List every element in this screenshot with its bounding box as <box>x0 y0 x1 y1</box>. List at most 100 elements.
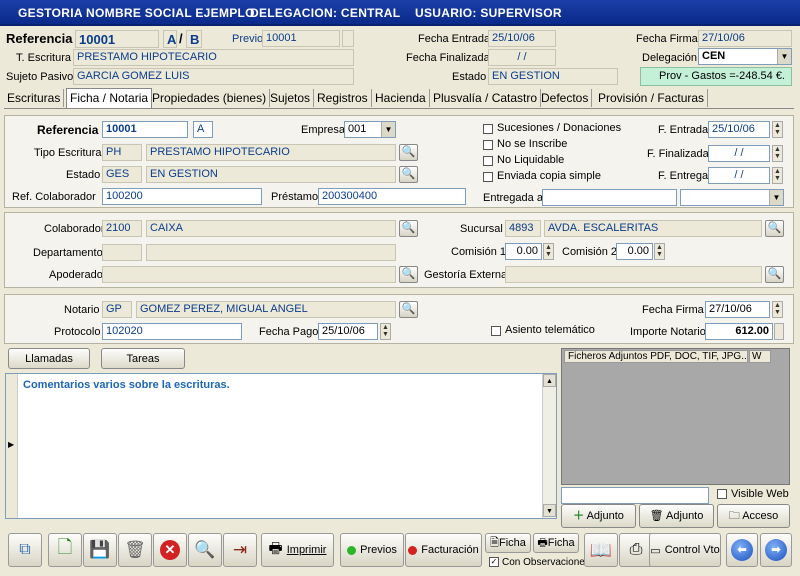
f-entrada-field[interactable]: 25/10/06 <box>708 121 770 138</box>
comision1-field[interactable]: 0.00 <box>505 243 542 260</box>
comision2-field[interactable]: 0.00 <box>616 243 653 260</box>
search-button[interactable]: 🔍 <box>188 533 222 567</box>
cancel-button[interactable]: ✕ <box>153 533 187 567</box>
ficha-button[interactable]: 🗎Ficha <box>485 533 531 553</box>
tab-plusvalia-catastro[interactable]: Plusvalía / Catastro <box>430 89 542 107</box>
apoderado-field[interactable] <box>102 266 396 283</box>
scroll-up-icon[interactable]: ▲ <box>543 374 556 387</box>
f-entrega-field[interactable]: / / <box>708 167 770 184</box>
fecha-entrada-field[interactable]: 25/10/06 <box>488 30 556 47</box>
search-icon[interactable]: 🔍 <box>765 266 784 283</box>
sucursal-code[interactable]: 4893 <box>505 220 541 237</box>
date-spinner[interactable]: ▲ ▼ <box>772 167 783 184</box>
importe-notario-field[interactable]: 612.00 <box>705 323 773 340</box>
facturacion-button[interactable]: Facturación <box>405 533 482 567</box>
tipo-escritura-desc[interactable]: PRESTAMO HIPOTECARIO <box>146 144 396 161</box>
departamento-name[interactable] <box>146 244 396 261</box>
date-spinner[interactable]: ▲ ▼ <box>772 301 783 318</box>
comments-area[interactable]: ▶ Comentarios varios sobre la escrituras… <box>5 373 557 519</box>
estado-field[interactable]: EN GESTION <box>488 68 618 85</box>
prestamo-field[interactable]: 200300400 <box>318 188 466 205</box>
tab-hacienda[interactable]: Hacienda <box>372 89 430 107</box>
notario-fecha-firma-field[interactable]: 27/10/06 <box>705 301 770 318</box>
chevron-down-icon[interactable]: ▼ <box>777 49 791 64</box>
tab-propiedades[interactable]: Propiedades (bienes) <box>149 89 271 107</box>
attachment-name-field[interactable] <box>561 487 709 504</box>
referencia-suffix-a[interactable]: A <box>163 30 177 48</box>
importe-extra-button[interactable] <box>774 323 784 340</box>
delete-attachment-button[interactable]: 🗑 Adjunto <box>639 504 714 528</box>
estado-ficha-code[interactable]: GES <box>102 166 142 183</box>
empresa-select[interactable]: 001 ▼ <box>344 121 396 138</box>
copia-simple-checkbox[interactable] <box>483 172 493 182</box>
estado-ficha-desc[interactable]: EN GESTION <box>146 166 396 183</box>
print-button[interactable]: 🖶 Imprimir <box>261 533 334 567</box>
entregada-select[interactable]: ▼ <box>680 189 784 206</box>
no-liquidable-checkbox[interactable] <box>483 156 493 166</box>
notario-code[interactable]: GP <box>102 301 132 318</box>
ficha-referencia-field[interactable]: 10001 <box>102 121 188 138</box>
previos-button[interactable]: Previos <box>340 533 404 567</box>
preview-button[interactable]: ⎙ <box>619 533 653 567</box>
departamento-code[interactable] <box>102 244 142 261</box>
protocolo-field[interactable]: 102020 <box>102 323 242 340</box>
control-vto-button[interactable]: ▭ Control Vto <box>649 533 721 567</box>
ficha-referencia-suffix[interactable]: A <box>193 121 213 138</box>
tab-sujetos[interactable]: Sujetos <box>267 89 315 107</box>
sucursal-name[interactable]: AVDA. ESCALERITAS <box>544 220 762 237</box>
tab-provision-facturas[interactable]: Provisión / Facturas <box>595 89 709 107</box>
referencia-field[interactable]: 10001 <box>75 30 159 48</box>
acceso-button[interactable]: 🗀 Acceso <box>717 504 790 528</box>
previous-record-button[interactable]: ⬅ <box>726 533 758 567</box>
tareas-button[interactable]: Tareas <box>101 348 185 369</box>
next-record-button[interactable]: ➡ <box>760 533 792 567</box>
new-button[interactable]: 🗋 <box>48 533 82 567</box>
chevron-down-icon[interactable]: ▼ <box>769 190 783 205</box>
f-finalizada-field[interactable]: / / <box>708 145 770 162</box>
scroll-down-icon[interactable]: ▼ <box>543 504 556 517</box>
search-icon[interactable]: 🔍 <box>399 166 418 183</box>
llamadas-button[interactable]: Llamadas <box>8 348 90 369</box>
entregada-field[interactable] <box>542 189 677 206</box>
search-icon[interactable]: 🔍 <box>399 266 418 283</box>
ref-colaborador-field[interactable]: 100200 <box>102 188 262 205</box>
search-icon[interactable]: 🔍 <box>399 301 418 318</box>
fecha-firma-field[interactable]: 27/10/06 <box>698 30 792 47</box>
save-button[interactable]: 💾 <box>83 533 117 567</box>
t-escritura-field[interactable]: PRESTAMO HIPOTECARIO <box>73 49 354 66</box>
no-inscribe-checkbox[interactable] <box>483 140 493 150</box>
visible-web-checkbox[interactable] <box>717 489 727 499</box>
gestoria-externa-field[interactable] <box>505 266 762 283</box>
exit-button[interactable]: ⇥ <box>223 533 257 567</box>
referencia-suffix-b[interactable]: B <box>186 30 202 48</box>
fecha-pago-field[interactable]: 25/10/06 <box>318 323 378 340</box>
notario-name[interactable]: GOMEZ PEREZ, MIGUAL ANGEL <box>136 301 396 318</box>
search-icon[interactable]: 🔍 <box>399 144 418 161</box>
previo-field[interactable]: 10001 <box>262 30 340 47</box>
sucesiones-checkbox[interactable] <box>483 124 493 134</box>
sujeto-pasivo-field[interactable]: GARCIA GOMEZ LUIS <box>73 68 354 85</box>
date-spinner[interactable]: ▲ ▼ <box>772 145 783 162</box>
comments-scrollbar[interactable]: ▲ ▼ <box>542 374 556 518</box>
attachments-list[interactable]: Ficheros Adjuntos PDF, DOC, TIF, JPG... … <box>561 348 790 485</box>
date-spinner[interactable]: ▲ ▼ <box>772 121 783 138</box>
tipo-escritura-code[interactable]: PH <box>102 144 142 161</box>
ficha-print-button[interactable]: 🖶Ficha <box>533 533 579 553</box>
copy-button[interactable]: ⧉ <box>8 533 42 567</box>
fecha-finalizada-field[interactable]: / / <box>488 49 556 66</box>
asiento-checkbox[interactable] <box>491 326 501 336</box>
comision1-spinner[interactable]: ▲ ▼ <box>543 243 554 260</box>
colaborador-name[interactable]: CAIXA <box>146 220 396 237</box>
colaborador-code[interactable]: 2100 <box>102 220 142 237</box>
delete-button[interactable]: 🗑 <box>118 533 152 567</box>
chevron-down-icon[interactable]: ▼ <box>381 122 395 137</box>
search-icon[interactable]: 🔍 <box>399 220 418 237</box>
add-attachment-button[interactable]: ＋ Adjunto <box>561 504 636 528</box>
date-spinner[interactable]: ▲ ▼ <box>380 323 391 340</box>
comments-text[interactable]: Comentarios varios sobre la escrituras. <box>23 379 230 391</box>
tab-escrituras[interactable]: Escrituras <box>4 89 65 107</box>
comision2-spinner[interactable]: ▲ ▼ <box>654 243 665 260</box>
tab-ficha-notaria[interactable]: Ficha / Notaria <box>66 88 153 108</box>
con-observaciones-checkbox[interactable]: ✓ <box>489 557 499 567</box>
delegacion-select[interactable]: CEN ▼ <box>698 48 792 65</box>
